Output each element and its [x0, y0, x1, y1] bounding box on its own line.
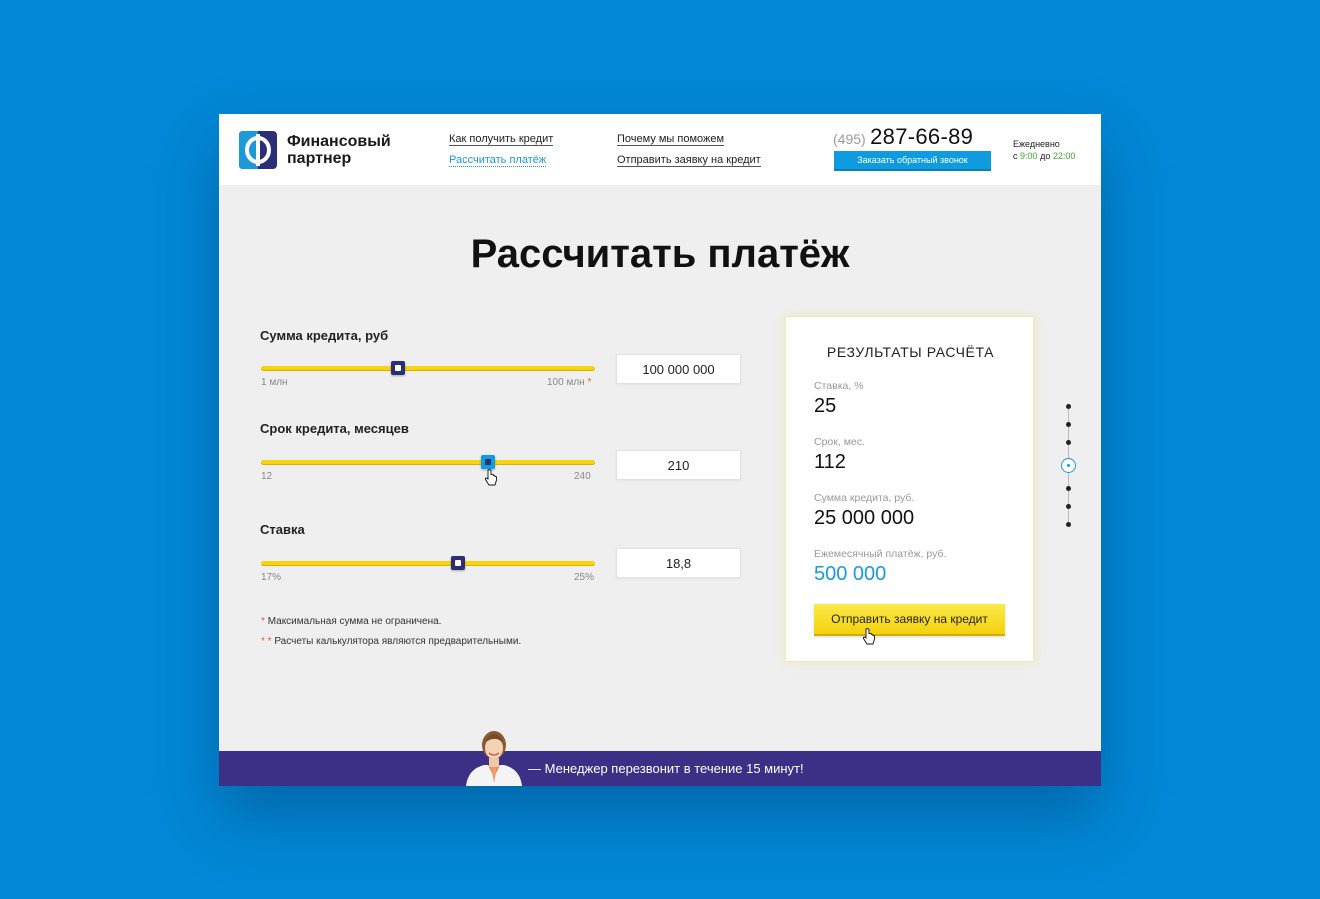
- rate-input[interactable]: [616, 548, 741, 578]
- result-rate-label: Ставка, %: [814, 380, 864, 392]
- rate-min-label: 17%: [261, 572, 282, 583]
- dot-nav-item[interactable]: [1066, 422, 1071, 427]
- nav-send-request[interactable]: Отправить заявку на кредит: [617, 154, 761, 167]
- hours-prefix: с: [1013, 151, 1018, 161]
- result-payment-value: 500 000: [814, 563, 887, 585]
- phone-main: 287-66-89: [870, 124, 974, 149]
- logo-icon: [239, 131, 277, 169]
- callback-button[interactable]: Заказать обратный звонок: [834, 151, 991, 171]
- dot-nav-item-active[interactable]: [1061, 458, 1076, 473]
- hours-mid: до: [1040, 151, 1051, 161]
- result-amount-value: 25 000 000: [814, 507, 915, 529]
- amount-max-label: 100 млн *: [547, 377, 591, 388]
- term-slider-thumb[interactable]: [481, 455, 496, 469]
- hours-range: с 9:00 до 22:00: [1013, 150, 1075, 162]
- result-amount-label: Сумма кредита, руб.: [814, 492, 915, 504]
- callback-promo-text: — Менеджер перезвонит в течение 15 минут…: [528, 761, 804, 776]
- site-header: Финансовый партнер Как получить кредит Р…: [219, 114, 1101, 185]
- amount-min-label: 1 млн: [261, 377, 288, 388]
- amount-input[interactable]: [616, 354, 741, 384]
- note-max-amount: * Максимальная сумма не ограничена.: [261, 616, 441, 627]
- brand-name: Финансовый партнер: [287, 133, 391, 167]
- dot-nav-item[interactable]: [1066, 440, 1071, 445]
- pointer-cursor-icon: [862, 628, 875, 645]
- amount-max-mark: *: [587, 377, 592, 388]
- note2-text: Расчеты калькулятора являются предварите…: [274, 636, 522, 647]
- result-payment-label: Ежемесячный платёж, руб.: [814, 548, 947, 560]
- nav-how-to-get-credit[interactable]: Как получить кредит: [449, 133, 554, 146]
- dot-nav-item[interactable]: [1066, 522, 1071, 527]
- rate-slider[interactable]: [261, 556, 595, 570]
- result-rate-value: 25: [814, 395, 837, 417]
- note1-text: Максимальная сумма не ограничена.: [267, 616, 442, 627]
- amount-slider[interactable]: [261, 361, 595, 375]
- nav-why-we-help[interactable]: Почему мы поможем: [617, 133, 725, 146]
- dot-nav-item[interactable]: [1066, 404, 1071, 409]
- hours-to: 22:00: [1052, 151, 1076, 161]
- term-max-label: 240: [574, 471, 591, 482]
- dot-nav-item[interactable]: [1066, 504, 1071, 509]
- rate-label: Ставка: [260, 522, 305, 537]
- manager-avatar: [466, 731, 522, 786]
- brand-name-line1: Финансовый: [287, 133, 391, 150]
- section-dot-nav: [1061, 402, 1076, 528]
- page-title: Рассчитать платёж: [470, 232, 850, 276]
- working-hours: Ежедневно с 9:00 до 22:00: [1013, 138, 1075, 162]
- phone-code: (495): [833, 131, 866, 147]
- term-label: Срок кредита, месяцев: [260, 421, 409, 436]
- submit-request-button[interactable]: Отправить заявку на кредит: [814, 604, 1005, 636]
- note1-mark: *: [261, 616, 265, 627]
- hours-daily: Ежедневно: [1013, 139, 1060, 149]
- term-min-label: 12: [261, 471, 273, 482]
- brand-name-line2: партнер: [287, 150, 352, 167]
- amount-max-text: 100 млн: [547, 377, 585, 388]
- dot-nav-item[interactable]: [1066, 486, 1071, 491]
- note2-mark: * *: [261, 636, 272, 647]
- results-title: РЕЗУЛЬТАТЫ РАСЧЁТА: [826, 344, 995, 360]
- logo[interactable]: Финансовый партнер: [239, 131, 391, 169]
- term-slider[interactable]: [261, 455, 595, 469]
- callback-promo-bar: — Менеджер перезвонит в течение 15 минут…: [219, 751, 1101, 786]
- app-window: Финансовый партнер Как получить кредит Р…: [219, 114, 1101, 786]
- note-preliminary: * * Расчеты калькулятора являются предва…: [261, 636, 521, 647]
- results-card: РЕЗУЛЬТАТЫ РАСЧЁТА Ставка, % 25 Срок, ме…: [785, 316, 1034, 662]
- nav-calculate-payment[interactable]: Рассчитать платёж: [449, 154, 547, 167]
- rate-max-label: 25%: [574, 572, 595, 583]
- result-term-label: Срок, мес.: [814, 436, 865, 448]
- amount-label: Сумма кредита, руб: [260, 328, 389, 343]
- rate-slider-thumb[interactable]: [451, 556, 466, 570]
- hours-from: 9:00: [1020, 151, 1038, 161]
- term-input[interactable]: [616, 450, 741, 480]
- amount-slider-thumb[interactable]: [390, 361, 405, 375]
- phone-number[interactable]: (495) 287-66-89: [833, 124, 973, 150]
- result-term-value: 112: [814, 451, 846, 473]
- pointer-cursor-icon: [484, 469, 497, 486]
